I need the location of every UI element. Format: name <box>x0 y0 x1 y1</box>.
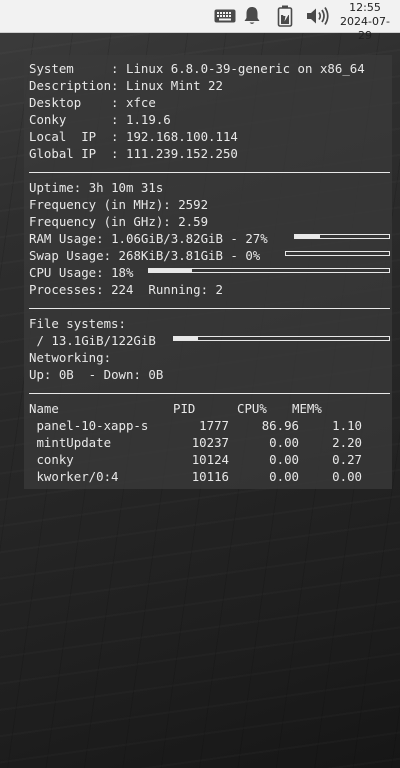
description-value: Linux Mint 22 <box>125 78 223 93</box>
freq-ghz-value: 2.59 <box>178 214 209 229</box>
clock-date: 2024-07-29 <box>340 15 390 42</box>
process-pid: 10237 <box>191 435 229 450</box>
network-row: Up: 0B - Down: 0B <box>29 366 163 383</box>
conky-widget: System : Linux 6.8.0-39-generic on x86_6… <box>24 55 392 489</box>
swap-label: Swap Usage: <box>29 248 119 263</box>
process-name: mintUpdate <box>29 435 112 450</box>
conky-row: Conky : 1.19.6 <box>29 111 171 128</box>
header-mem: MEM% <box>292 401 322 416</box>
ram-usage-fill <box>295 235 321 238</box>
process-row: mintUpdate 10237 0.00 2.20 <box>29 434 390 451</box>
cpu-label: CPU Usage: <box>29 265 112 280</box>
process-table-header: Name PID CPU% MEM% <box>29 400 390 417</box>
running-label: Running: <box>133 282 216 297</box>
keyboard-icon[interactable] <box>213 5 237 27</box>
cpu-value: 18% <box>111 265 134 280</box>
divider <box>29 393 390 394</box>
down-label: - Down: <box>73 367 149 382</box>
uptime-label: Uptime: <box>29 180 89 195</box>
process-row: kworker/0:4 10116 0.00 0.00 <box>29 468 390 485</box>
processes-row: Processes: 224 Running: 2 <box>29 281 223 298</box>
desktop-label: Desktop : <box>29 95 126 110</box>
header-pid: PID <box>173 401 196 416</box>
process-row: conky 10124 0.00 0.27 <box>29 451 390 468</box>
description-row: Description: Linux Mint 22 <box>29 77 223 94</box>
description-label: Description: <box>29 78 126 93</box>
cpu-usage-bar <box>148 268 390 273</box>
root-filesystem: / 13.1GiB/122GiB <box>29 333 156 348</box>
up-value: 0B <box>58 367 74 382</box>
volume-icon[interactable] <box>305 5 331 27</box>
ram-usage-bar <box>294 234 390 239</box>
networking-title: Networking: <box>29 350 112 365</box>
freq-mhz-value: 2592 <box>178 197 209 212</box>
local-ip-row: Local IP : 192.168.100.114 <box>29 128 238 145</box>
system-label: System : <box>29 61 126 76</box>
process-cpu: 0.00 <box>269 469 299 484</box>
desktop-row: Desktop : xfce <box>29 94 156 111</box>
root-usage-bar <box>173 336 390 341</box>
global-ip-value: 111.239.152.250 <box>125 146 238 161</box>
process-mem: 0.00 <box>332 469 362 484</box>
uptime-value: 3h 10m 31s <box>88 180 164 195</box>
process-pid: 10124 <box>191 452 229 467</box>
process-name: conky <box>29 452 74 467</box>
uptime-row: Uptime: 3h 10m 31s <box>29 179 163 196</box>
global-ip-label: Global IP : <box>29 146 126 161</box>
swap-value: 268KiB/3.81GiB - 0% <box>118 248 261 263</box>
header-name: Name <box>29 401 59 416</box>
process-name: kworker/0:4 <box>29 469 119 484</box>
processes-value: 224 <box>111 282 134 297</box>
process-pid: 1777 <box>199 418 229 433</box>
clock[interactable]: 12:55 2024-07-29 <box>334 1 396 43</box>
desktop-value: xfce <box>125 95 156 110</box>
process-cpu: 86.96 <box>261 418 299 433</box>
down-value: 0B <box>148 367 164 382</box>
cpu-usage-fill <box>149 269 193 272</box>
process-cpu: 0.00 <box>269 435 299 450</box>
ram-value: 1.06GiB/3.82GiB - 27% <box>111 231 268 246</box>
freq-mhz-label: Frequency (in MHz): <box>29 197 179 212</box>
process-pid: 10116 <box>191 469 229 484</box>
top-panel: 12:55 2024-07-29 <box>0 0 400 42</box>
processes-label: Processes: <box>29 282 112 297</box>
process-row: panel-10-xapp-s 1777 86.96 1.10 <box>29 417 390 434</box>
freq-ghz-label: Frequency (in GHz): <box>29 214 179 229</box>
swap-row: Swap Usage: 268KiB/3.81GiB - 0% <box>29 247 260 264</box>
bell-icon[interactable] <box>241 5 263 27</box>
header-cpu: CPU% <box>237 401 267 416</box>
local-ip-label: Local IP : <box>29 129 126 144</box>
clock-time: 12:55 <box>349 1 381 14</box>
filesystems-title: File systems: <box>29 316 126 331</box>
process-cpu: 0.00 <box>269 452 299 467</box>
global-ip-row: Global IP : 111.239.152.250 <box>29 145 238 162</box>
process-name: panel-10-xapp-s <box>29 418 149 433</box>
swap-usage-bar <box>285 251 390 256</box>
conky-value: 1.19.6 <box>125 112 171 127</box>
process-mem: 2.20 <box>332 435 362 450</box>
cpu-row: CPU Usage: 18% <box>29 264 133 281</box>
system-row: System : Linux 6.8.0-39-generic on x86_6… <box>29 60 365 77</box>
up-label: Up: <box>29 367 59 382</box>
system-value: Linux 6.8.0-39-generic on x86_64 <box>125 61 365 76</box>
divider <box>29 172 390 173</box>
process-mem: 0.27 <box>332 452 362 467</box>
freq-mhz-row: Frequency (in MHz): 2592 <box>29 196 208 213</box>
freq-ghz-row: Frequency (in GHz): 2.59 <box>29 213 208 230</box>
process-mem: 1.10 <box>332 418 362 433</box>
root-usage-fill <box>174 337 198 340</box>
battery-icon[interactable] <box>275 5 297 27</box>
conky-label: Conky : <box>29 112 126 127</box>
ram-label: RAM Usage: <box>29 231 112 246</box>
ram-row: RAM Usage: 1.06GiB/3.82GiB - 27% <box>29 230 268 247</box>
local-ip-value: 192.168.100.114 <box>125 129 238 144</box>
running-value: 2 <box>215 282 223 297</box>
divider <box>29 308 390 309</box>
